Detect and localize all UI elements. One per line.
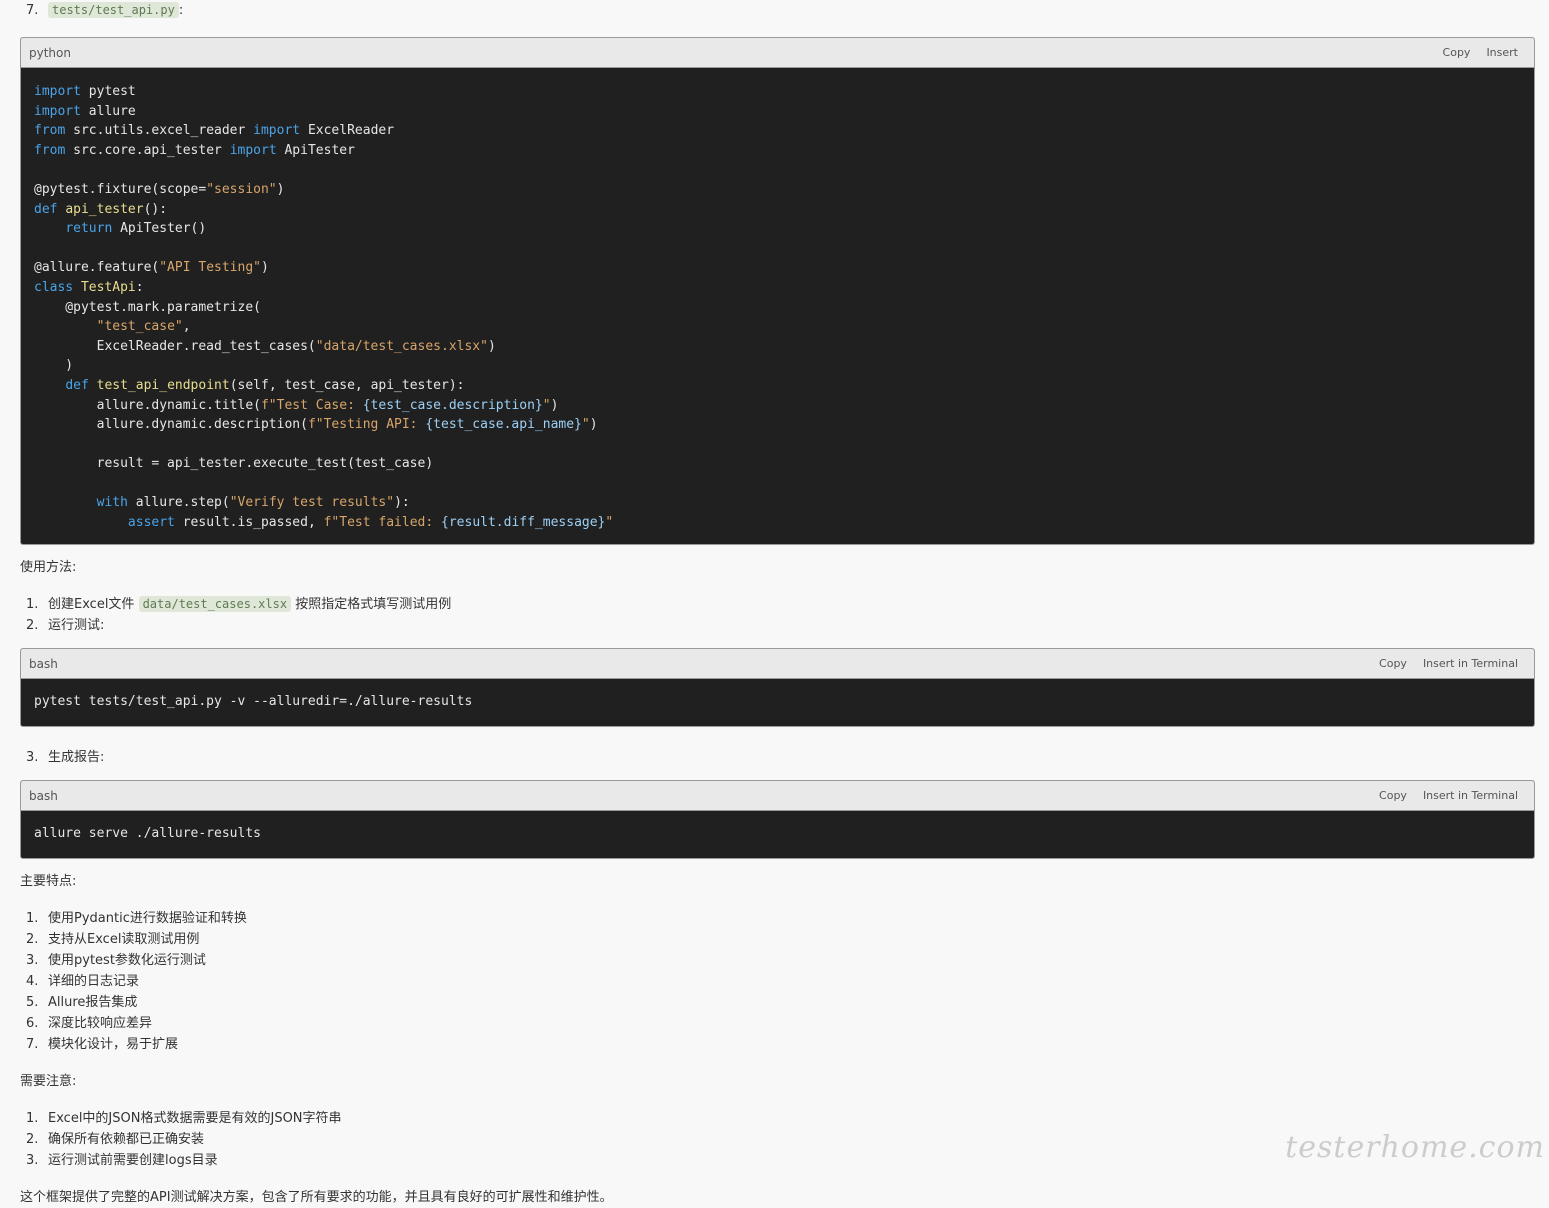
code-actions: Copy Insert in Terminal bbox=[1379, 789, 1518, 802]
python-code-block: python Copy Insert import pytest import … bbox=[20, 37, 1535, 545]
copy-button[interactable]: Copy bbox=[1379, 789, 1407, 802]
step-text: 生成报告: bbox=[48, 750, 105, 765]
code-actions: Copy Insert in Terminal bbox=[1379, 657, 1518, 670]
insert-in-terminal-button[interactable]: Insert in Terminal bbox=[1423, 789, 1518, 802]
code-content[interactable]: allure serve ./allure-results bbox=[21, 811, 1534, 858]
code-content[interactable]: pytest tests/test_api.py -v --alluredir=… bbox=[21, 679, 1534, 726]
copy-button[interactable]: Copy bbox=[1443, 46, 1471, 59]
list-number: 1. bbox=[26, 597, 39, 612]
list-text: Allure报告集成 bbox=[48, 995, 138, 1010]
list-number: 3. bbox=[26, 750, 39, 765]
inline-code-filename: tests/test_api.py bbox=[48, 2, 179, 18]
code-content[interactable]: import pytest import allure from src.uti… bbox=[21, 68, 1534, 544]
bash-code-block-run: bash Copy Insert in Terminal pytest test… bbox=[20, 648, 1535, 727]
list-suffix: : bbox=[178, 3, 184, 18]
list-number: 4. bbox=[26, 974, 39, 989]
list-item: 3. 运行测试前需要创建logs目录 bbox=[26, 1149, 218, 1168]
code-actions: Copy Insert bbox=[1443, 46, 1518, 59]
list-number: 3. bbox=[26, 1153, 39, 1168]
bash-code-block-report: bash Copy Insert in Terminal allure serv… bbox=[20, 780, 1535, 859]
list-text: 使用pytest参数化运行测试 bbox=[48, 953, 206, 968]
code-block-header: python Copy Insert bbox=[21, 38, 1534, 68]
usage-step-1: 1. 创建Excel文件 data/test_cases.xlsx 按照指定格式填… bbox=[26, 593, 451, 612]
step-text: 运行测试: bbox=[48, 618, 105, 633]
list-text: 运行测试前需要创建logs目录 bbox=[48, 1153, 218, 1168]
list-item: 5. Allure报告集成 bbox=[26, 991, 137, 1010]
usage-heading: 使用方法: bbox=[20, 560, 77, 575]
list-number: 6. bbox=[26, 1016, 39, 1031]
list-item: 2. 支持从Excel读取测试用例 bbox=[26, 928, 199, 947]
notes-heading: 需要注意: bbox=[20, 1074, 77, 1089]
usage-step-3: 3. 生成报告: bbox=[26, 746, 104, 765]
list-item: 6. 深度比较响应差异 bbox=[26, 1012, 152, 1031]
watermark: testerhome.com bbox=[1285, 1130, 1545, 1165]
list-text: 详细的日志记录 bbox=[48, 974, 140, 989]
list-item: 4. 详细的日志记录 bbox=[26, 970, 139, 989]
usage-step-2: 2. 运行测试: bbox=[26, 614, 104, 633]
list-text: Excel中的JSON格式数据需要是有效的JSON字符串 bbox=[48, 1111, 342, 1126]
list-item: 3. 使用pytest参数化运行测试 bbox=[26, 949, 206, 968]
list-number: 2. bbox=[26, 932, 39, 947]
code-language-label: bash bbox=[29, 656, 58, 671]
copy-button[interactable]: Copy bbox=[1379, 657, 1407, 670]
features-heading: 主要特点: bbox=[20, 874, 77, 889]
list-number: 1. bbox=[26, 1111, 39, 1126]
list-text: 确保所有依赖都已正确安装 bbox=[48, 1132, 205, 1147]
list-number: 7. bbox=[26, 3, 39, 18]
insert-in-terminal-button[interactable]: Insert in Terminal bbox=[1423, 657, 1518, 670]
list-number: 7. bbox=[26, 1037, 39, 1052]
list-number: 1. bbox=[26, 911, 39, 926]
list-number: 5. bbox=[26, 995, 39, 1010]
code-block-header: bash Copy Insert in Terminal bbox=[21, 649, 1534, 679]
list-item: 7. 模块化设计，易于扩展 bbox=[26, 1033, 178, 1052]
conclusion-text: 这个框架提供了完整的API测试解决方案，包含了所有要求的功能，并且具有良好的可扩… bbox=[20, 1190, 613, 1205]
inline-code-excel-path: data/test_cases.xlsx bbox=[138, 596, 292, 612]
list-item: 2. 确保所有依赖都已正确安装 bbox=[26, 1128, 204, 1147]
list-number: 2. bbox=[26, 1132, 39, 1147]
step-text: 创建Excel文件 bbox=[48, 597, 135, 612]
list-text: 支持从Excel读取测试用例 bbox=[48, 932, 200, 947]
code-language-label: python bbox=[29, 45, 71, 60]
list-item: 1. Excel中的JSON格式数据需要是有效的JSON字符串 bbox=[26, 1107, 342, 1126]
list-item-test-file: 7. tests/test_api.py: bbox=[26, 2, 184, 18]
code-language-label: bash bbox=[29, 788, 58, 803]
list-item: 1. 使用Pydantic进行数据验证和转换 bbox=[26, 907, 247, 926]
step-text: 按照指定格式填写测试用例 bbox=[295, 597, 452, 612]
list-text: 深度比较响应差异 bbox=[48, 1016, 153, 1031]
insert-button[interactable]: Insert bbox=[1486, 46, 1518, 59]
code-block-header: bash Copy Insert in Terminal bbox=[21, 781, 1534, 811]
list-text: 使用Pydantic进行数据验证和转换 bbox=[48, 911, 247, 926]
list-number: 3. bbox=[26, 953, 39, 968]
list-number: 2. bbox=[26, 618, 39, 633]
list-text: 模块化设计，易于扩展 bbox=[48, 1037, 179, 1052]
